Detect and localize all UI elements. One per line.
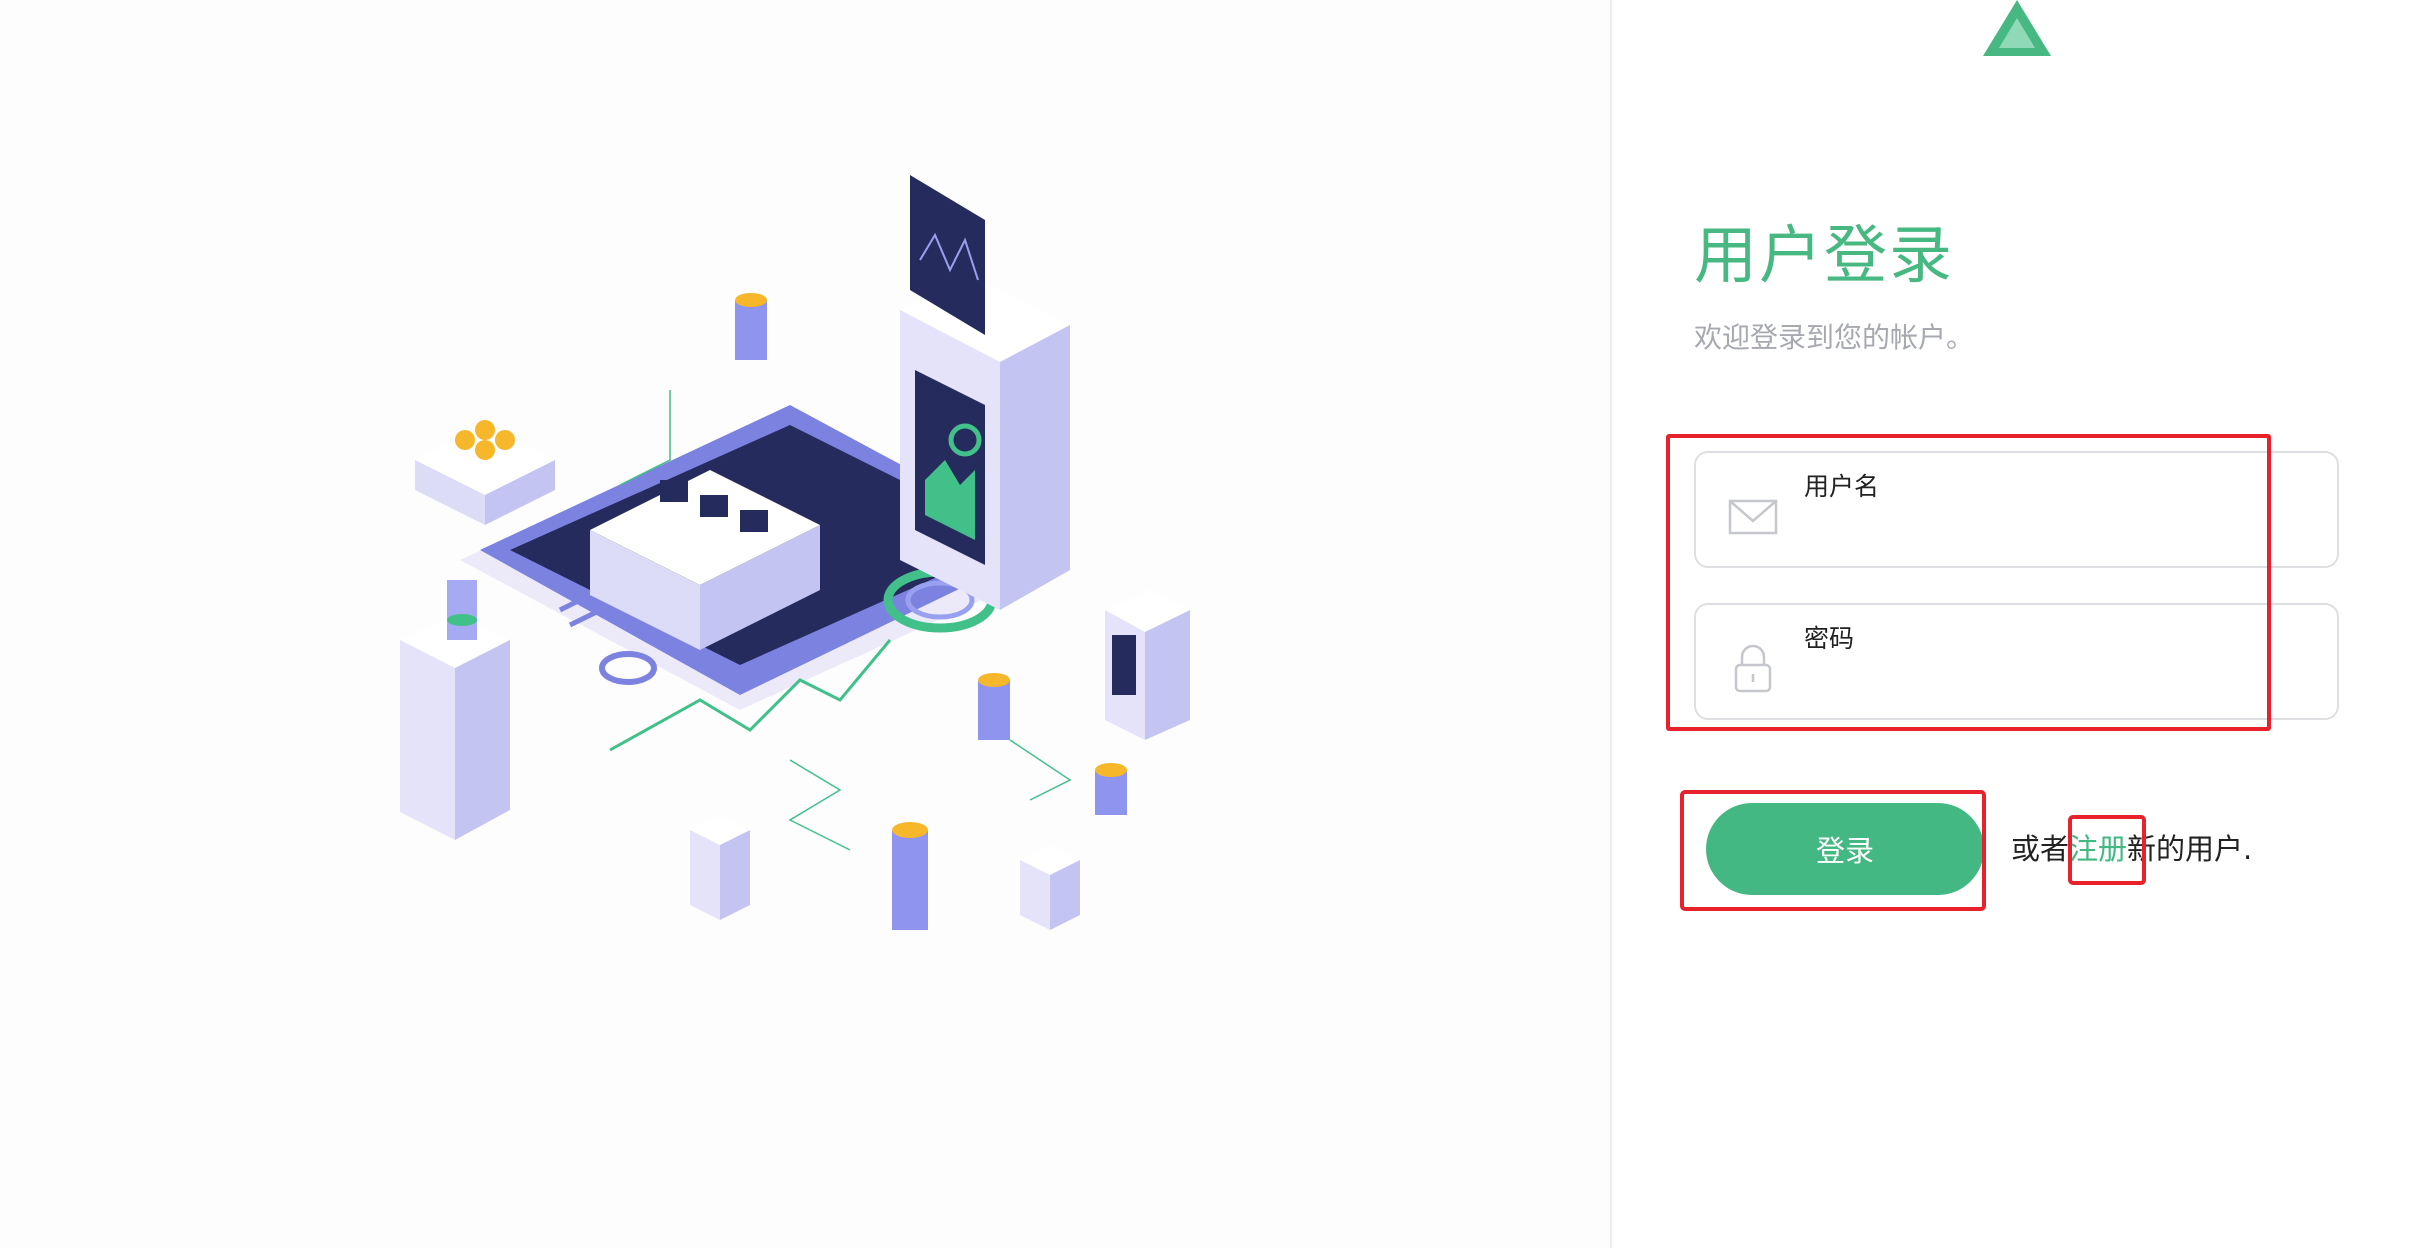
lock-icon: [1734, 644, 1772, 693]
username-input[interactable]: [1804, 511, 2308, 553]
isometric-crypto-illustration: [400, 175, 1190, 930]
envelope-icon: [1728, 499, 1778, 535]
register-link[interactable]: 注册: [2069, 832, 2127, 866]
login-subtitle: 欢迎登录到您的帐户。: [1694, 321, 1975, 354]
register-prompt: 或者注册新的用户.: [2011, 829, 2252, 869]
password-input[interactable]: [1804, 663, 2308, 705]
password-label: 密码: [1804, 624, 1855, 653]
password-field[interactable]: 密码: [1694, 603, 2339, 720]
register-suffix: 新的用户.: [2127, 832, 2253, 866]
username-field[interactable]: 用户名: [1694, 451, 2339, 568]
illustration-pane: [0, 0, 1610, 1248]
register-prefix: 或者: [2011, 832, 2070, 866]
triangle-logo-icon: [1983, 0, 2051, 56]
login-button[interactable]: 登录: [1706, 803, 1984, 895]
login-title: 用户登录: [1694, 219, 1954, 292]
username-label: 用户名: [1804, 472, 1880, 501]
